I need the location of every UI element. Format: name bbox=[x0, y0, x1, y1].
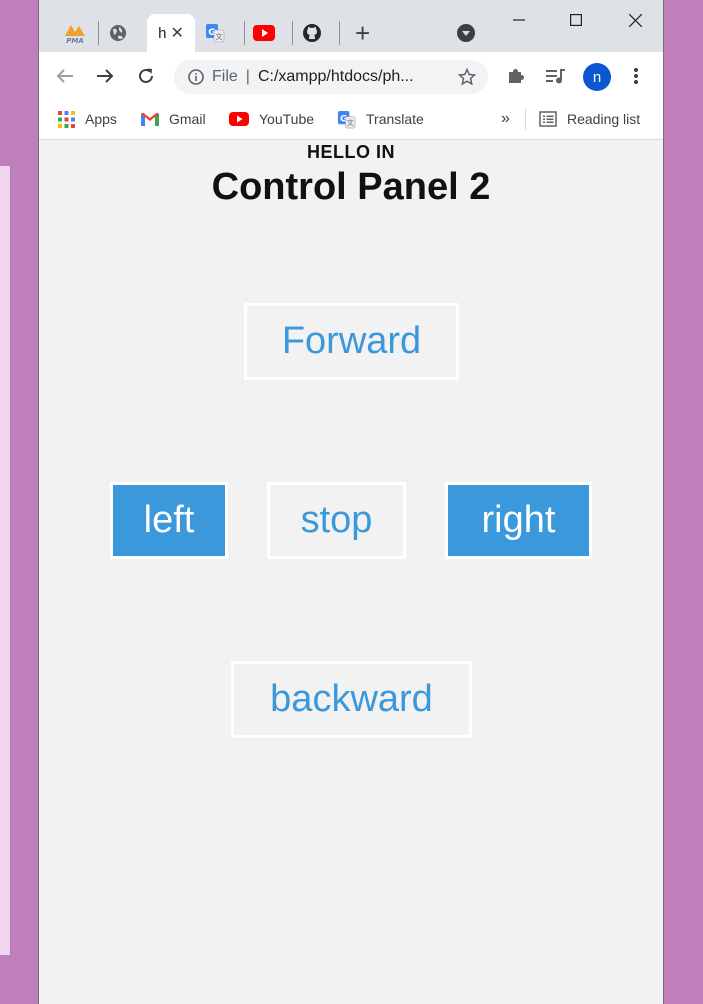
bookmark-label: Translate bbox=[366, 111, 424, 127]
bookmark-label: Gmail bbox=[169, 111, 206, 127]
tab-youtube[interactable] bbox=[247, 14, 281, 52]
back-button[interactable] bbox=[53, 64, 77, 88]
translate-icon: G 文 bbox=[206, 24, 225, 43]
close-icon bbox=[628, 13, 642, 27]
back-arrow-icon bbox=[56, 69, 73, 83]
svg-text:PMA: PMA bbox=[66, 37, 84, 44]
reading-list-label: Reading list bbox=[567, 111, 641, 127]
scheme-label: File bbox=[212, 68, 238, 85]
profile-avatar[interactable]: n bbox=[583, 63, 611, 91]
address-divider: | bbox=[245, 68, 250, 85]
bookmark-translate[interactable]: G 文 Translate bbox=[337, 108, 424, 130]
puzzle-icon bbox=[509, 69, 524, 83]
browser-window: PMA h ✕ G 文 + File | C:/xampp/htdocs/ph.… bbox=[38, 0, 664, 1004]
address-bar[interactable]: File | C:/xampp/htdocs/ph... bbox=[174, 60, 488, 94]
apps-grid-icon bbox=[58, 110, 75, 128]
tab-separator bbox=[98, 21, 99, 45]
backward-button[interactable]: backward bbox=[231, 661, 472, 738]
bookmarks-bar: Apps Gmail YouTube G 文 Translate » Readi… bbox=[39, 100, 663, 140]
tab-separator bbox=[292, 21, 293, 45]
reading-list-icon bbox=[539, 111, 557, 127]
right-button[interactable]: right bbox=[445, 482, 592, 559]
tab-github[interactable] bbox=[295, 14, 329, 52]
forward-arrow-icon bbox=[97, 69, 114, 83]
tab-globe[interactable] bbox=[101, 14, 135, 52]
menu-button[interactable] bbox=[624, 64, 648, 88]
reload-button[interactable] bbox=[134, 64, 158, 88]
browser-toolbar: File | C:/xampp/htdocs/ph... bbox=[39, 52, 663, 100]
kebab-menu-icon bbox=[634, 68, 638, 84]
minimize-icon bbox=[513, 19, 525, 21]
phpmyadmin-icon: PMA bbox=[65, 25, 85, 44]
youtube-icon bbox=[253, 25, 275, 41]
greeting-heading: HELLO IN bbox=[307, 142, 395, 162]
tab-active[interactable]: h ✕ bbox=[147, 14, 195, 52]
youtube-icon bbox=[229, 112, 249, 126]
svg-text:文: 文 bbox=[347, 118, 354, 127]
extensions-button[interactable] bbox=[504, 64, 528, 88]
media-queue-icon bbox=[546, 69, 565, 84]
tab-translate[interactable]: G 文 bbox=[199, 14, 231, 52]
bookmark-label: Apps bbox=[85, 111, 117, 127]
new-tab-button[interactable]: + bbox=[355, 20, 370, 46]
close-tab-icon[interactable]: ✕ bbox=[170, 23, 183, 43]
info-icon[interactable] bbox=[188, 69, 204, 85]
globe-icon bbox=[110, 25, 126, 41]
tab-strip: PMA h ✕ G 文 + bbox=[39, 0, 663, 52]
url-text[interactable]: C:/xampp/htdocs/ph... bbox=[258, 68, 414, 86]
bookmark-gmail[interactable]: Gmail bbox=[141, 108, 206, 130]
reading-list-button[interactable]: Reading list bbox=[539, 108, 640, 130]
tab-separator bbox=[244, 21, 245, 45]
background-window-edge bbox=[0, 166, 11, 955]
close-window-button[interactable] bbox=[615, 6, 655, 34]
tab-search-icon[interactable] bbox=[457, 24, 475, 42]
bookmarks-overflow-button[interactable]: » bbox=[501, 108, 510, 130]
gmail-icon bbox=[141, 112, 159, 126]
media-control-button[interactable] bbox=[544, 64, 568, 88]
forward-nav-button[interactable] bbox=[93, 64, 117, 88]
bookmarks-divider bbox=[525, 108, 526, 130]
bookmark-apps[interactable]: Apps bbox=[58, 108, 117, 130]
stop-button[interactable]: stop bbox=[267, 482, 406, 559]
maximize-icon bbox=[570, 14, 582, 26]
bookmark-youtube[interactable]: YouTube bbox=[229, 108, 314, 130]
reload-icon bbox=[139, 68, 153, 83]
forward-button[interactable]: Forward bbox=[244, 303, 459, 380]
maximize-button[interactable] bbox=[556, 6, 596, 34]
translate-icon: G 文 bbox=[337, 110, 356, 128]
github-icon bbox=[303, 24, 321, 42]
left-button[interactable]: left bbox=[110, 482, 228, 559]
bookmark-star-icon[interactable] bbox=[458, 68, 476, 86]
bookmark-label: YouTube bbox=[259, 111, 315, 127]
tab-phpmyadmin[interactable]: PMA bbox=[53, 14, 97, 52]
tab-title: h bbox=[158, 24, 167, 42]
tab-separator bbox=[339, 21, 340, 45]
page-content: HELLO IN Control Panel 2 Forward left st… bbox=[39, 140, 663, 1004]
page-title: Control Panel 2 bbox=[211, 166, 491, 208]
svg-text:文: 文 bbox=[216, 32, 223, 41]
minimize-button[interactable] bbox=[499, 6, 539, 34]
